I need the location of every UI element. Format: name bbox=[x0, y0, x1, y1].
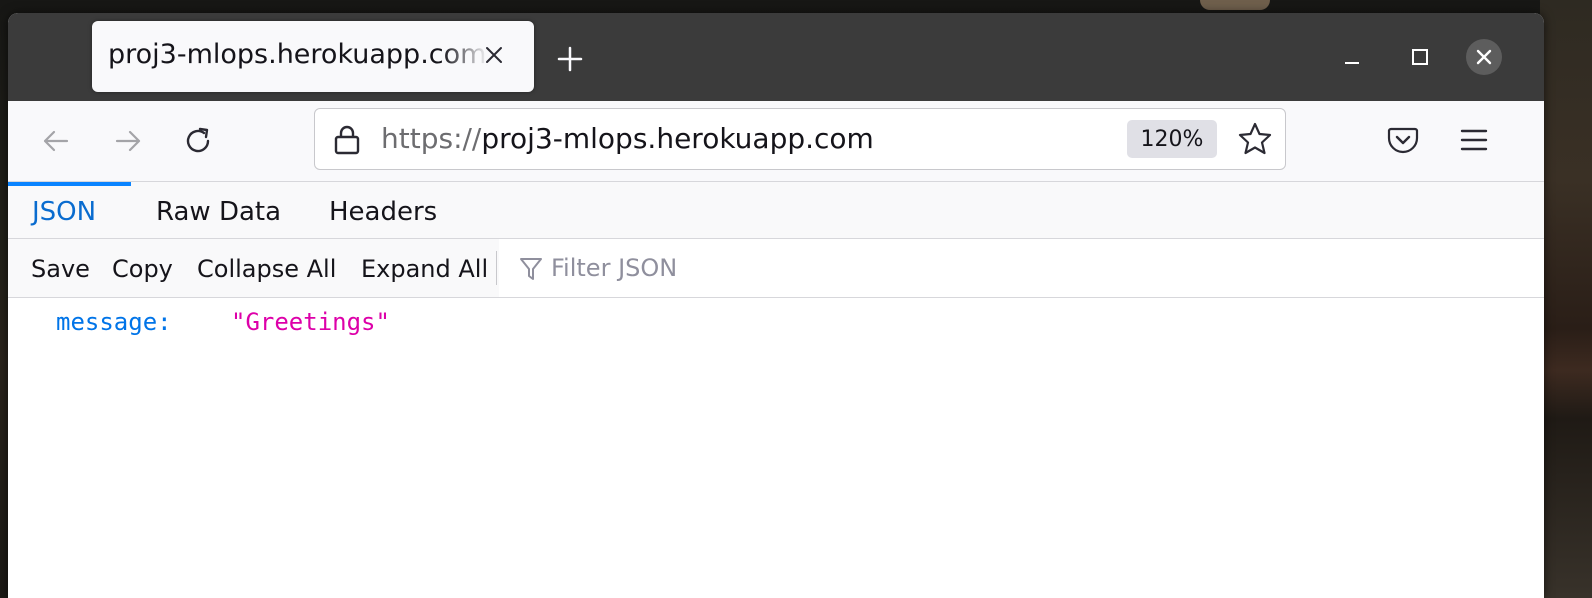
url-text[interactable]: https://proj3-mlops.herokuapp.com bbox=[381, 122, 874, 155]
window-close-button[interactable] bbox=[1466, 39, 1502, 75]
active-tab-indicator bbox=[8, 182, 131, 186]
json-value: "Greetings" bbox=[231, 308, 390, 336]
url-bar[interactable]: https://proj3-mlops.herokuapp.com 120% bbox=[314, 108, 1286, 170]
filter-icon bbox=[520, 258, 542, 280]
close-icon[interactable] bbox=[480, 41, 508, 69]
back-button[interactable] bbox=[38, 123, 74, 159]
tab-title: proj3-mlops.herokuapp.com/ bbox=[108, 39, 488, 70]
tab-strip: proj3-mlops.herokuapp.com/ bbox=[8, 13, 1544, 101]
desktop-background-detail bbox=[1200, 0, 1270, 10]
browser-window: proj3-mlops.herokuapp.com/ https://proj3… bbox=[8, 13, 1544, 598]
filter-json-input[interactable] bbox=[551, 249, 1151, 287]
maximize-button[interactable] bbox=[1400, 37, 1440, 77]
arrow-right-icon bbox=[115, 130, 141, 152]
plus-icon[interactable] bbox=[556, 45, 584, 73]
star-icon[interactable] bbox=[1237, 121, 1273, 157]
forward-button[interactable] bbox=[110, 123, 146, 159]
hamburger-menu-icon[interactable] bbox=[1458, 123, 1490, 157]
collapse-all-button[interactable]: Collapse All bbox=[197, 252, 336, 286]
json-key: message: bbox=[56, 308, 172, 336]
json-toolbar: Save Copy Collapse All Expand All bbox=[8, 239, 1544, 298]
maximize-icon bbox=[1412, 49, 1428, 65]
arrow-left-icon bbox=[43, 130, 69, 152]
save-button[interactable]: Save bbox=[31, 252, 90, 286]
viewer-tabs: JSON Raw Data Headers bbox=[8, 182, 1544, 239]
zoom-level-button[interactable]: 120% bbox=[1127, 120, 1217, 158]
toolbar-divider bbox=[496, 251, 497, 285]
reload-icon bbox=[186, 127, 210, 153]
lock-icon[interactable] bbox=[333, 124, 361, 156]
tab-raw-data[interactable]: Raw Data bbox=[156, 192, 281, 232]
copy-button[interactable]: Copy bbox=[112, 252, 173, 286]
expand-all-button[interactable]: Expand All bbox=[361, 252, 488, 286]
url-host: proj3-mlops.herokuapp.com bbox=[481, 122, 874, 155]
tab-headers[interactable]: Headers bbox=[329, 192, 437, 232]
json-row[interactable]: message: "Greetings" bbox=[56, 308, 390, 336]
desktop-background bbox=[1540, 0, 1592, 598]
browser-tab[interactable]: proj3-mlops.herokuapp.com/ bbox=[92, 21, 534, 92]
pocket-icon[interactable] bbox=[1386, 123, 1420, 157]
filter-area bbox=[499, 239, 1544, 297]
close-icon bbox=[1476, 49, 1492, 65]
navigation-bar: https://proj3-mlops.herokuapp.com 120% bbox=[8, 101, 1544, 182]
url-scheme: https:// bbox=[381, 122, 482, 155]
tab-json[interactable]: JSON bbox=[32, 192, 96, 232]
reload-button[interactable] bbox=[180, 123, 216, 159]
minimize-button[interactable] bbox=[1332, 37, 1372, 77]
json-content: message: "Greetings" bbox=[8, 298, 1544, 598]
minimize-icon bbox=[1345, 62, 1359, 64]
